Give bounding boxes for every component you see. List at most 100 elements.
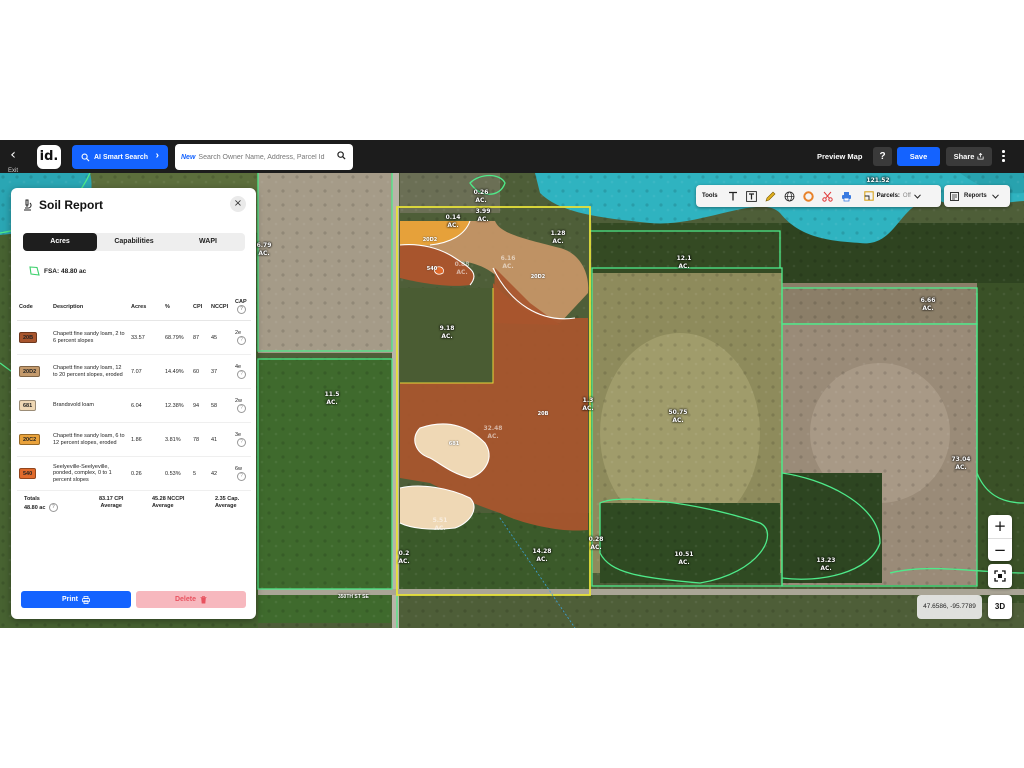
polygon-icon xyxy=(29,266,40,276)
map-toolbar: Tools Parcels: Off xyxy=(696,185,941,207)
help-circle-icon[interactable]: ? xyxy=(48,503,58,512)
acreage-label: 14.28 AC. xyxy=(532,548,552,563)
parcels-label: Parcels: xyxy=(876,193,900,199)
tab-capabilities[interactable]: Capabilities xyxy=(97,233,171,251)
table-row[interactable]: 20C2 Chapett fine sandy loam, 6 to 12 per… xyxy=(17,422,251,457)
close-button[interactable]: × xyxy=(230,196,246,212)
ai-smart-search-button[interactable]: AI Smart Search › xyxy=(72,145,168,169)
acreage-label: 1.28 AC. xyxy=(550,230,566,245)
zoom-out-button[interactable]: − xyxy=(988,538,1012,562)
table-row[interactable]: 20B Chapett fine sandy loam, 2 to 6 perce… xyxy=(17,320,251,355)
soil-code-cell: 540 xyxy=(17,456,51,491)
parcels-toggle[interactable]: Parcels: Off xyxy=(863,191,921,201)
acreage-label: 11.5 AC. xyxy=(324,391,340,406)
help-circle-icon[interactable]: ? xyxy=(237,370,246,379)
soil-acres: 33.57 xyxy=(129,320,163,355)
soil-description: Seelyeville-Seelyeville, ponded, complex… xyxy=(51,456,129,491)
table-header-row: Code Description Acres % CPI NCCPI CAP? xyxy=(17,296,251,321)
zoom-controls: + − xyxy=(988,515,1012,561)
report-tabs: Acres Capabilities WAPI xyxy=(23,233,245,251)
soil-cpi: 5 xyxy=(191,456,209,491)
print-label: Print xyxy=(62,596,78,603)
share-button[interactable]: Share xyxy=(946,147,992,166)
pencil-icon[interactable] xyxy=(765,190,777,202)
soil-cap-cell: 3e? xyxy=(233,422,251,457)
delete-button[interactable]: Delete xyxy=(136,591,246,608)
soil-acres: 7.07 xyxy=(129,354,163,389)
top-bar: ‹ Exit id. AI Smart Search › New Preview… xyxy=(0,140,1024,174)
col-cap: CAP? xyxy=(233,296,251,321)
table-row[interactable]: 681 Brandsvold loam 6.04 12.38% 94 58 2w? xyxy=(17,388,251,423)
soil-percent: 68.79% xyxy=(163,320,191,355)
acreage-label: 6.79 AC. xyxy=(256,242,272,257)
totals-cap: 2.35 Cap. xyxy=(215,496,240,502)
soil-nccpi: 58 xyxy=(209,388,233,423)
help-circle-icon[interactable]: ? xyxy=(237,404,246,413)
acreage-label: 9.18 AC. xyxy=(439,325,455,340)
printer-icon xyxy=(82,595,90,604)
soil-code-label: 20D2 xyxy=(530,274,546,280)
exit-button[interactable]: ‹ Exit xyxy=(4,146,22,174)
soil-acreage-label: 5.51 AC. xyxy=(432,517,448,532)
zoom-in-button[interactable]: + xyxy=(988,515,1012,538)
col-percent: % xyxy=(163,296,191,321)
view-3d-button[interactable]: 3D xyxy=(988,595,1012,619)
print-button[interactable]: Print xyxy=(21,591,131,608)
reports-icon xyxy=(950,191,959,201)
search-box[interactable]: New xyxy=(175,144,353,170)
soil-code-badge: 20D2 xyxy=(19,366,41,377)
totals-label-block: Totals 48.80 ac ? xyxy=(24,496,58,512)
text-box-tool-icon[interactable] xyxy=(746,190,758,202)
totals-cpi-sub: Average xyxy=(100,503,122,509)
help-button[interactable]: ? xyxy=(873,147,892,166)
chevron-left-icon: ‹ xyxy=(10,147,16,163)
share-icon xyxy=(977,153,984,160)
preview-map-button[interactable]: Preview Map xyxy=(817,152,862,161)
soil-nccpi: 45 xyxy=(209,320,233,355)
search-icon[interactable] xyxy=(337,151,346,160)
fsa-acreage: FSA: 48.80 ac xyxy=(29,266,86,276)
soil-acreage-label: 6.16 AC. xyxy=(500,255,516,270)
col-description: Description xyxy=(51,296,129,321)
soil-code-badge: 540 xyxy=(19,468,37,479)
chevron-down-icon xyxy=(913,193,921,199)
app-logo[interactable]: id. xyxy=(37,145,61,169)
save-button[interactable]: Save xyxy=(897,147,940,166)
soil-code-label: 540 xyxy=(426,266,438,272)
new-badge: New xyxy=(181,153,196,161)
reports-label: Reports xyxy=(964,193,987,199)
help-circle-icon[interactable]: ? xyxy=(237,336,246,345)
acreage-label: 6.66 AC. xyxy=(920,297,936,312)
table-row[interactable]: 540 Seelyeville-Seelyeville, ponded, comp… xyxy=(17,456,251,491)
focus-frame-icon xyxy=(994,570,1006,582)
chevron-down-icon xyxy=(991,193,999,199)
soil-nccpi: 37 xyxy=(209,354,233,389)
tab-acres[interactable]: Acres xyxy=(23,233,97,251)
scissors-icon[interactable] xyxy=(822,190,834,202)
col-acres: Acres xyxy=(129,296,163,321)
soil-code-badge: 20B xyxy=(19,332,38,343)
fit-extent-button[interactable] xyxy=(988,564,1012,588)
more-options-icon[interactable] xyxy=(1002,150,1006,164)
acreage-label: 0.28 AC. xyxy=(588,536,604,551)
printer-tool-icon[interactable] xyxy=(841,190,853,202)
soil-nccpi: 42 xyxy=(209,456,233,491)
globe-icon[interactable] xyxy=(784,190,796,202)
chevron-right-icon: › xyxy=(155,150,159,161)
search-input[interactable] xyxy=(198,153,331,161)
col-nccpi: NCCPI xyxy=(209,296,233,321)
buffer-ring-icon[interactable] xyxy=(803,190,815,202)
text-tool-icon[interactable] xyxy=(727,190,739,202)
soil-table: Code Description Acres % CPI NCCPI CAP? … xyxy=(17,296,251,491)
soil-percent: 12.38% xyxy=(163,388,191,423)
reports-dropdown[interactable]: Reports xyxy=(944,185,1010,207)
soil-description: Brandsvold loam xyxy=(51,388,129,423)
tab-wapi[interactable]: WAPI xyxy=(171,233,245,251)
soil-cpi: 94 xyxy=(191,388,209,423)
help-circle-icon[interactable]: ? xyxy=(237,472,246,481)
soil-cap-cell: 2e? xyxy=(233,320,251,355)
help-circle-icon[interactable]: ? xyxy=(237,438,246,447)
acreage-label: 12.1 AC. xyxy=(676,255,692,270)
table-row[interactable]: 20D2 Chapett fine sandy loam, 12 to 20 pe… xyxy=(17,354,251,389)
help-circle-icon[interactable]: ? xyxy=(237,305,246,314)
